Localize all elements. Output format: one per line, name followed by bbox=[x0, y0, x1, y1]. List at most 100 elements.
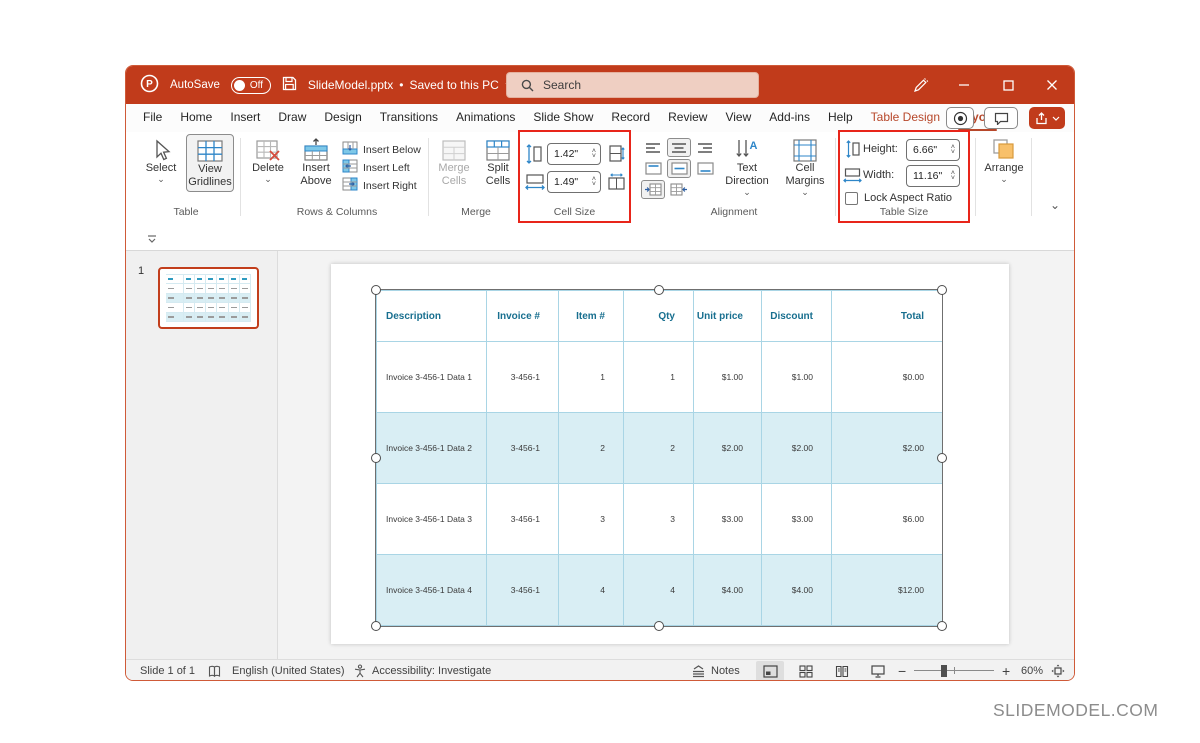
maximize-button[interactable] bbox=[986, 66, 1030, 104]
table-header-cell[interactable]: Unit price bbox=[694, 291, 762, 342]
table-cell[interactable]: 4 bbox=[624, 555, 694, 626]
table-cell[interactable]: $1.00 bbox=[694, 342, 762, 413]
resize-handle-top-right[interactable] bbox=[937, 285, 947, 295]
reading-view-button[interactable] bbox=[828, 661, 856, 681]
table-height-spinner[interactable]: 6.66" ˄˅ bbox=[906, 139, 960, 161]
align-bottom-button[interactable] bbox=[693, 159, 717, 178]
table-header-cell[interactable]: Qty bbox=[624, 291, 694, 342]
search-input[interactable]: Search bbox=[506, 72, 759, 98]
tab-file[interactable]: File bbox=[134, 104, 171, 132]
table-width-spinner[interactable]: 11.16" ˄˅ bbox=[906, 165, 960, 187]
table-header-cell[interactable]: Item # bbox=[559, 291, 624, 342]
arrange-button[interactable]: Arrange ⌄ bbox=[981, 136, 1027, 183]
table-cell[interactable]: 4 bbox=[559, 555, 624, 626]
align-middle-button[interactable] bbox=[667, 159, 691, 178]
table-cell[interactable]: $3.00 bbox=[694, 484, 762, 555]
text-direction-rtl-button[interactable] bbox=[667, 180, 691, 199]
zoom-slider-thumb[interactable] bbox=[941, 665, 947, 677]
table-header-cell[interactable]: Discount bbox=[762, 291, 832, 342]
table-cell[interactable]: $12.00 bbox=[832, 555, 943, 626]
table-cell[interactable]: 2 bbox=[624, 413, 694, 484]
table-cell[interactable]: $4.00 bbox=[762, 555, 832, 626]
spinner-down-icon[interactable]: ˅ bbox=[951, 176, 955, 181]
tab-add-ins[interactable]: Add-ins bbox=[760, 104, 819, 132]
table-cell[interactable]: $0.00 bbox=[832, 342, 943, 413]
table-cell[interactable]: $3.00 bbox=[762, 484, 832, 555]
table-header-cell[interactable]: Invoice # bbox=[487, 291, 559, 342]
spellcheck-button[interactable] bbox=[208, 660, 221, 681]
tab-record[interactable]: Record bbox=[602, 104, 659, 132]
tab-insert[interactable]: Insert bbox=[221, 104, 269, 132]
table-cell[interactable]: Invoice 3-456-1 Data 2 bbox=[377, 413, 487, 484]
pen-icon[interactable] bbox=[898, 66, 942, 104]
table-header-cell[interactable]: Total bbox=[832, 291, 943, 342]
resize-handle-top-middle[interactable] bbox=[654, 285, 664, 295]
distribute-rows-icon[interactable] bbox=[607, 144, 625, 168]
tab-slide-show[interactable]: Slide Show bbox=[524, 104, 602, 132]
tab-home[interactable]: Home bbox=[171, 104, 221, 132]
table-cell[interactable]: Invoice 3-456-1 Data 4 bbox=[377, 555, 487, 626]
resize-handle-bottom-right[interactable] bbox=[937, 621, 947, 631]
autosave-toggle[interactable]: Off bbox=[231, 77, 271, 94]
insert-above-button[interactable]: Insert Above bbox=[294, 136, 338, 188]
table-cell[interactable]: $2.00 bbox=[694, 413, 762, 484]
close-button[interactable] bbox=[1030, 66, 1074, 104]
table-cell[interactable]: 1 bbox=[624, 342, 694, 413]
comments-button[interactable] bbox=[984, 107, 1018, 129]
distribute-columns-icon[interactable] bbox=[607, 173, 626, 196]
table-cell[interactable]: 3-456-1 bbox=[487, 484, 559, 555]
view-gridlines-button[interactable]: View Gridlines bbox=[186, 134, 234, 192]
tab-help[interactable]: Help bbox=[819, 104, 862, 132]
table-cell[interactable]: $2.00 bbox=[762, 413, 832, 484]
align-left-button[interactable] bbox=[641, 138, 665, 157]
tab-transitions[interactable]: Transitions bbox=[371, 104, 447, 132]
table-cell[interactable]: 3-456-1 bbox=[487, 555, 559, 626]
document-title[interactable]: SlideModel.pptx • Saved to this PC bbox=[308, 78, 514, 92]
share-button[interactable] bbox=[1029, 107, 1065, 129]
cell-width-spinner[interactable]: 1.49" ˄˅ bbox=[547, 171, 601, 193]
spinner-down-icon[interactable]: ˅ bbox=[592, 154, 596, 159]
tab-animations[interactable]: Animations bbox=[447, 104, 524, 132]
zoom-out-button[interactable]: − bbox=[898, 660, 906, 681]
resize-handle-bottom-middle[interactable] bbox=[654, 621, 664, 631]
accessibility-button[interactable]: Accessibility: Investigate bbox=[353, 660, 491, 681]
align-center-button[interactable] bbox=[667, 138, 691, 157]
resize-handle-middle-left[interactable] bbox=[371, 453, 381, 463]
table-cell[interactable]: $2.00 bbox=[832, 413, 943, 484]
language-button[interactable]: English (United States) bbox=[232, 660, 345, 681]
tab-view[interactable]: View bbox=[716, 104, 760, 132]
cell-margins-button[interactable]: Cell Margins ⌄ bbox=[778, 136, 832, 196]
table-cell[interactable]: $4.00 bbox=[694, 555, 762, 626]
select-button[interactable]: Select ⌄ bbox=[138, 136, 184, 183]
spinner-down-icon[interactable]: ˅ bbox=[951, 150, 955, 155]
ribbon-collapse-chevron-icon[interactable]: ⌄ bbox=[1050, 198, 1060, 212]
resize-handle-middle-right[interactable] bbox=[937, 453, 947, 463]
split-cells-button[interactable]: Split Cells bbox=[478, 136, 518, 188]
table-cell[interactable]: 3 bbox=[624, 484, 694, 555]
delete-button[interactable]: Delete ⌄ bbox=[246, 136, 290, 183]
minimize-button[interactable] bbox=[942, 66, 986, 104]
table-cell[interactable]: $1.00 bbox=[762, 342, 832, 413]
fit-to-window-button[interactable] bbox=[1051, 660, 1065, 681]
slide-indicator[interactable]: Slide 1 of 1 bbox=[140, 660, 195, 681]
align-top-button[interactable] bbox=[641, 159, 665, 178]
lock-aspect-ratio-checkbox[interactable] bbox=[845, 192, 858, 205]
save-icon[interactable] bbox=[282, 76, 297, 94]
insert-right-button[interactable]: Insert Right bbox=[342, 177, 417, 194]
tab-review[interactable]: Review bbox=[659, 104, 716, 132]
tab-design[interactable]: Design bbox=[315, 104, 370, 132]
slide-canvas[interactable]: DescriptionInvoice #Item #QtyUnit priceD… bbox=[331, 264, 1009, 644]
insert-left-button[interactable]: Insert Left bbox=[342, 159, 410, 176]
tab-table-design[interactable]: Table Design bbox=[862, 104, 949, 132]
table-cell[interactable]: Invoice 3-456-1 Data 1 bbox=[377, 342, 487, 413]
resize-handle-bottom-left[interactable] bbox=[371, 621, 381, 631]
insert-below-button[interactable]: Insert Below bbox=[342, 141, 421, 158]
table-header-cell[interactable]: Description bbox=[377, 291, 487, 342]
text-direction-button[interactable]: A Text Direction ⌄ bbox=[719, 136, 775, 196]
merge-cells-button[interactable]: Merge Cells bbox=[434, 136, 474, 188]
normal-view-button[interactable] bbox=[756, 661, 784, 681]
slide-thumbnail[interactable] bbox=[158, 267, 259, 329]
align-right-button[interactable] bbox=[693, 138, 717, 157]
slideshow-view-button[interactable] bbox=[864, 661, 892, 681]
text-direction-ltr-button[interactable] bbox=[641, 180, 665, 199]
